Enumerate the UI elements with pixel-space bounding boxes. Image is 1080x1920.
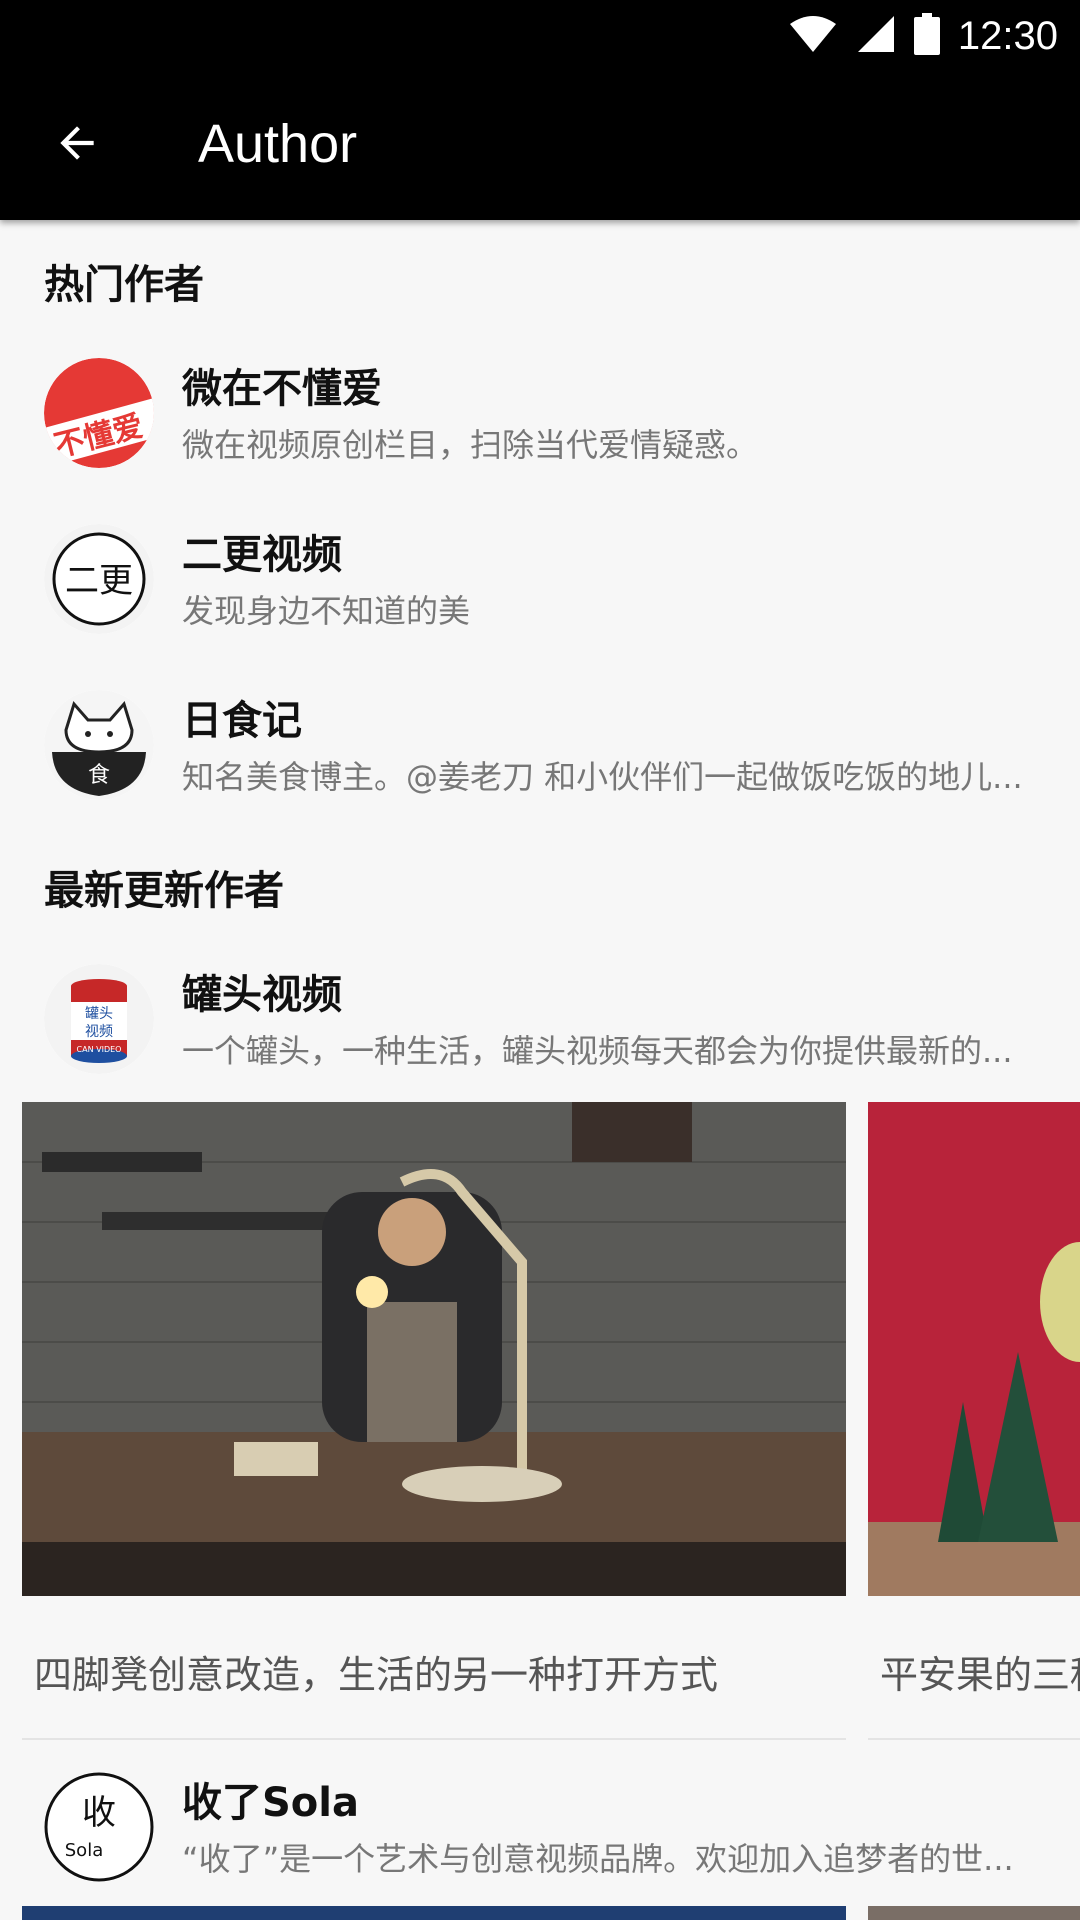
svg-text:食: 食 bbox=[88, 763, 110, 788]
author-description: 知名美食博主。@姜老刀 和小伙伴们一起做饭吃饭的地儿... bbox=[182, 758, 1023, 796]
status-time: 12:30 bbox=[957, 13, 1058, 58]
avatar-logo-text: 视频 bbox=[85, 1024, 113, 1040]
author-row-ergeng[interactable]: 二更 二更视频 发现身边不知道的美 bbox=[0, 504, 1080, 654]
section-title-latest: 最新更新作者 bbox=[44, 868, 284, 914]
avatar-logo-text: CAN VIDEO bbox=[77, 1045, 122, 1054]
svg-text:收: 收 bbox=[82, 1793, 116, 1833]
divider bbox=[868, 1738, 1080, 1740]
status-bar: 12:30 bbox=[0, 0, 1080, 72]
author-row-sola[interactable]: 收 Sola 收了Sola “收了”是一个艺术与创意视频品牌。欢迎加入追梦者的世… bbox=[0, 1752, 1080, 1902]
avatar: 二更 bbox=[44, 524, 154, 634]
divider bbox=[22, 1738, 846, 1740]
video-card[interactable]: 平安果的三种 bbox=[868, 1102, 1080, 1742]
battery-icon bbox=[913, 12, 940, 60]
video-thumbnail[interactable] bbox=[22, 1906, 846, 1920]
avatar: 食 bbox=[44, 690, 154, 800]
author-name: 罐头视频 bbox=[182, 972, 342, 1018]
signal-icon bbox=[856, 14, 896, 59]
author-description: “收了”是一个艺术与创意视频品牌。欢迎加入追梦者的世... bbox=[182, 1840, 1014, 1878]
author-description: 一个罐头，一种生活，罐头视频每天都会为你提供最新的... bbox=[182, 1032, 1013, 1070]
video-thumbnail[interactable] bbox=[868, 1906, 1080, 1920]
arrow-back-icon bbox=[60, 126, 94, 160]
video-title: 四脚凳创意改造，生活的另一种打开方式 bbox=[34, 1653, 719, 1697]
avatar: 罐头 视频 CAN VIDEO bbox=[44, 964, 154, 1074]
author-description: 发现身边不知道的美 bbox=[182, 592, 471, 630]
author-row-weizai[interactable]: 不懂爱 微在不懂爱 微在视频原创栏目，扫除当代爱情疑惑。 bbox=[0, 338, 1080, 488]
author-name: 微在不懂爱 bbox=[182, 366, 382, 412]
video-card[interactable]: 四脚凳创意改造，生活的另一种打开方式 bbox=[22, 1102, 846, 1742]
avatar-logo-text: Sola bbox=[65, 1840, 103, 1861]
author-name: 二更视频 bbox=[182, 532, 342, 578]
app-bar: Author bbox=[0, 72, 1080, 220]
back-button[interactable] bbox=[44, 110, 110, 176]
author-row-guantou[interactable]: 罐头 视频 CAN VIDEO 罐头视频 一个罐头，一种生活，罐头视频每天都会为… bbox=[0, 944, 1080, 1094]
video-thumbnail bbox=[22, 1102, 846, 1596]
author-name: 日食记 bbox=[182, 698, 302, 744]
author-name: 收了Sola bbox=[182, 1780, 359, 1826]
avatar: 收 Sola bbox=[44, 1772, 154, 1882]
wifi-icon bbox=[788, 14, 838, 59]
video-thumbnail bbox=[868, 1102, 1080, 1596]
video-title: 平安果的三种 bbox=[880, 1653, 1080, 1697]
section-title-hot: 热门作者 bbox=[44, 262, 204, 308]
author-description: 微在视频原创栏目，扫除当代爱情疑惑。 bbox=[182, 426, 759, 464]
author-row-rishiji[interactable]: 食 日食记 知名美食博主。@姜老刀 和小伙伴们一起做饭吃饭的地儿... bbox=[0, 670, 1080, 820]
avatar: 不懂爱 bbox=[44, 358, 154, 468]
page-title: Author bbox=[198, 114, 358, 174]
avatar-logo-text: 二更 bbox=[65, 561, 133, 601]
avatar-logo-text: 罐头 bbox=[85, 1006, 113, 1022]
